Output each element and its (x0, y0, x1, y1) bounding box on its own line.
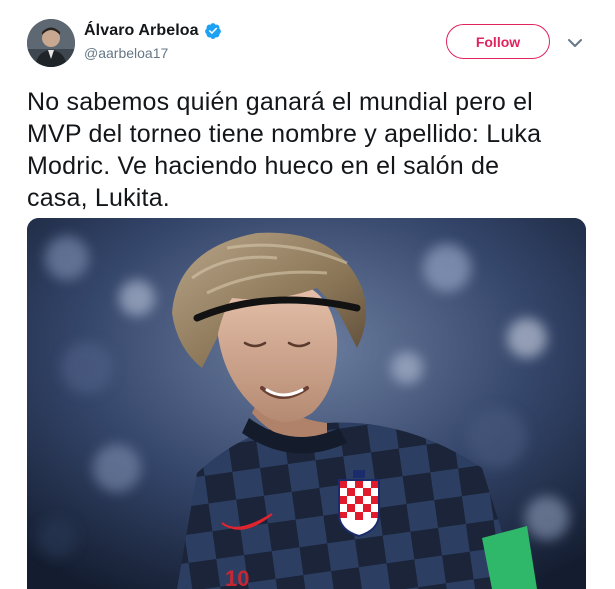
tweet-text: No sabemos quién ganará el mundial pero … (27, 88, 542, 212)
verified-badge-icon (204, 22, 222, 40)
tweet-card: Álvaro Arbeloa @aarbeloa17 Follow No sab… (0, 0, 615, 589)
display-name[interactable]: Álvaro Arbeloa (84, 22, 199, 40)
avatar[interactable] (27, 19, 75, 67)
display-name-row: Álvaro Arbeloa (84, 21, 222, 41)
handle[interactable]: @aarbeloa17 (84, 45, 222, 61)
follow-button[interactable]: Follow (446, 24, 550, 59)
svg-text:10: 10 (225, 566, 249, 589)
tweet-photo[interactable]: 10 (27, 218, 586, 589)
author-block[interactable]: Álvaro Arbeloa @aarbeloa17 (84, 21, 222, 61)
chevron-down-icon[interactable] (567, 36, 583, 48)
